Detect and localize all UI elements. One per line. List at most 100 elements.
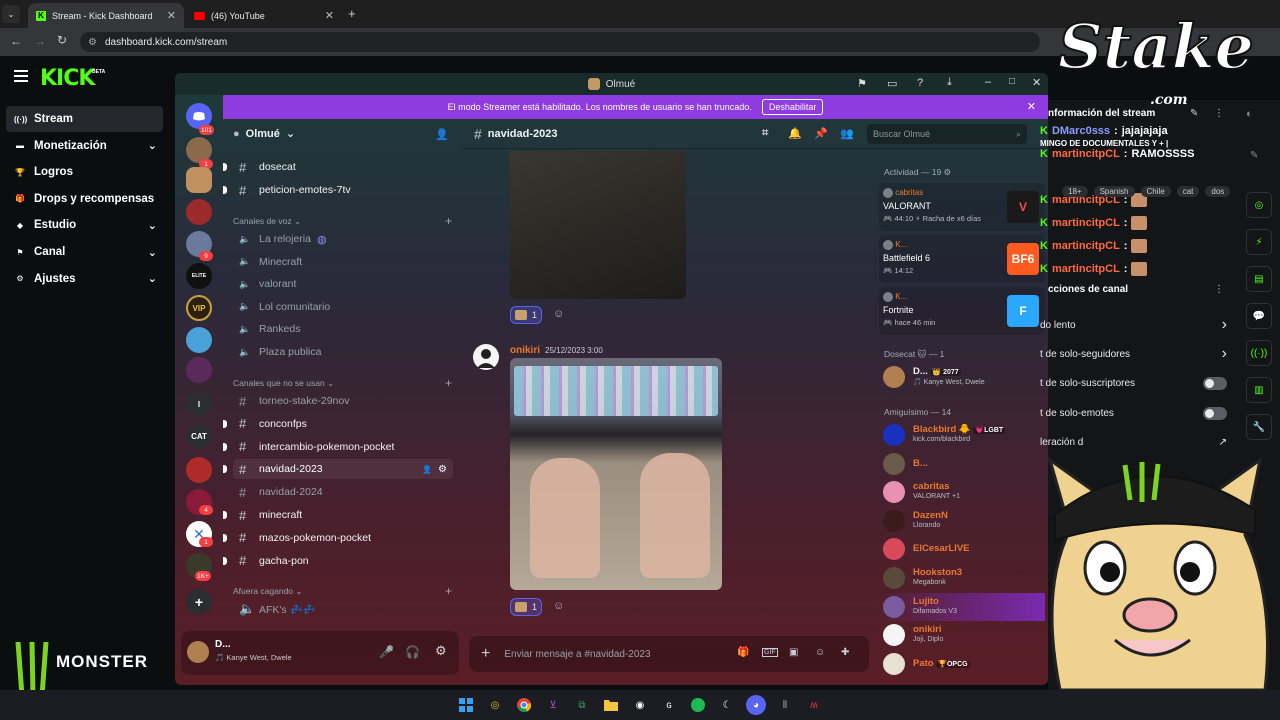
server-icon[interactable] bbox=[186, 199, 212, 225]
sticker-icon[interactable]: ▣ bbox=[789, 647, 798, 658]
chat-username[interactable]: martincitpCL bbox=[1052, 263, 1120, 275]
stream-tag[interactable]: dos bbox=[1205, 186, 1231, 197]
category-afuera[interactable]: Afuera cagando ⌄ + bbox=[233, 583, 458, 599]
app-icon[interactable]: ⦀ bbox=[775, 695, 795, 715]
app-icon[interactable]: ʍ bbox=[804, 695, 824, 715]
channel-setting-row[interactable]: t de solo-suscriptores bbox=[1040, 371, 1245, 397]
message-composer[interactable]: + Enviar mensaje a #navidad-2023 🎁 GIF ▣… bbox=[469, 636, 869, 672]
close-tab-icon[interactable]: ✕ bbox=[167, 9, 176, 22]
add-channel-icon[interactable]: + bbox=[445, 214, 452, 228]
forward-arrow-icon[interactable]: → bbox=[34, 34, 46, 48]
tab-list-button[interactable]: ⌄ bbox=[2, 5, 20, 23]
app-icon[interactable]: ⧉ bbox=[572, 695, 592, 715]
chat-bubble-icon[interactable]: 💬 bbox=[1246, 303, 1272, 329]
activity-card[interactable]: cabritas VALORANT 🎮 44:10 ⚡ Racha de x6 dí… bbox=[879, 183, 1045, 231]
member-row[interactable]: Hookston3 Megabonk bbox=[879, 564, 1045, 592]
add-reaction-icon[interactable]: ☺ bbox=[553, 600, 564, 612]
category-voice[interactable]: Canales de voz ⌄ + bbox=[233, 213, 458, 229]
activity-card[interactable]: K... Fortnite 🎮 hace 46 min F bbox=[879, 287, 1045, 335]
kick-nav-ajustes[interactable]: ⚙ Ajustes ⌄ bbox=[6, 266, 163, 292]
channel-minecraft[interactable]: # minecraft bbox=[233, 505, 453, 525]
tab-youtube[interactable]: (46) YouTube ✕ bbox=[186, 3, 342, 28]
site-info-icon[interactable]: ⚙ bbox=[88, 37, 97, 48]
more-options-icon[interactable]: ⋮ bbox=[1214, 284, 1224, 295]
channel-navidad-2023[interactable]: # navidad-2023 👤 ⚙ bbox=[233, 459, 453, 480]
toggle-switch[interactable] bbox=[1203, 406, 1227, 420]
close-icon[interactable]: ✕ bbox=[1032, 76, 1041, 89]
maximize-icon[interactable]: □ bbox=[1009, 76, 1015, 87]
user-settings-gear-icon[interactable]: ⚙ bbox=[435, 643, 447, 659]
threads-icon[interactable]: ⌗ bbox=[762, 127, 768, 140]
channel-settings-gear-icon[interactable]: ⚙ bbox=[438, 464, 447, 475]
wrench-icon[interactable]: 🔧 bbox=[1246, 414, 1272, 440]
edit-pencil-icon[interactable]: ✎ bbox=[1190, 108, 1198, 119]
channel-dosecat[interactable]: # dosecat bbox=[233, 157, 453, 177]
voice-channel-afk[interactable]: 🔈 AFK's 💤💤 bbox=[233, 599, 453, 619]
voice-channel[interactable]: 🔈 valorant bbox=[233, 274, 453, 294]
search-input[interactable]: Buscar Olmué ⌕ bbox=[867, 124, 1027, 144]
windows-start-icon[interactable] bbox=[456, 695, 476, 715]
kick-nav-canal[interactable]: ⚑ Canal ⌄ bbox=[6, 239, 163, 265]
message-image-keyboard[interactable] bbox=[510, 358, 722, 590]
attach-plus-icon[interactable]: + bbox=[481, 645, 490, 663]
channel-setting-row[interactable]: do lento › bbox=[1040, 312, 1245, 338]
back-arrow-icon[interactable]: ← bbox=[10, 34, 22, 48]
overwolf-icon[interactable]: ◎ bbox=[485, 695, 505, 715]
folder-icon[interactable] bbox=[601, 695, 621, 715]
chevron-right-icon[interactable]: › bbox=[1222, 316, 1227, 334]
chat-username[interactable]: DMarc0sss bbox=[1052, 125, 1110, 137]
app-icon[interactable]: ☾ bbox=[717, 695, 737, 715]
microphone-muted-icon[interactable]: 🎤 bbox=[379, 645, 394, 659]
kick-logo[interactable]: KICK bbox=[40, 66, 95, 91]
notification-bell-icon[interactable]: 🔔 bbox=[788, 127, 802, 140]
channel-gacha-pon[interactable]: # gacha-pon bbox=[233, 551, 453, 571]
kick-nav-drops-y-recompensas[interactable]: 🎁 Drops y recompensas bbox=[6, 186, 163, 212]
invite-icon[interactable]: 👤 bbox=[422, 465, 432, 474]
new-tab-icon[interactable]: + bbox=[348, 6, 356, 21]
lightning-icon[interactable]: ⚡ bbox=[1246, 229, 1272, 255]
hamburger-menu-icon[interactable] bbox=[14, 70, 28, 82]
chat-username[interactable]: martincitpCL bbox=[1052, 148, 1120, 160]
member-row[interactable]: ElCesarLIVE bbox=[879, 535, 1045, 563]
stream-tag[interactable]: 18+ bbox=[1062, 186, 1088, 197]
kick-nav-logros[interactable]: 🏆 Logros bbox=[6, 159, 163, 185]
chat-username[interactable]: martincitpCL bbox=[1052, 217, 1120, 229]
headphones-muted-icon[interactable]: 🎧 bbox=[405, 645, 420, 659]
channel-peticion-emotes[interactable]: # peticion-emotes-7tv bbox=[233, 180, 453, 200]
add-channel-icon[interactable]: + bbox=[445, 376, 452, 390]
kick-nav-estudio[interactable]: ◆ Estudio ⌄ bbox=[6, 212, 163, 238]
member-row[interactable]: Lujito Difamados V3 bbox=[879, 592, 1045, 621]
close-banner-icon[interactable]: ✕ bbox=[1027, 100, 1036, 113]
obs-icon[interactable]: ◉ bbox=[630, 695, 650, 715]
emoji-icon[interactable]: ☺ bbox=[815, 647, 825, 658]
help-icon[interactable]: ? bbox=[917, 77, 923, 89]
tab-kick-dashboard[interactable]: K Stream - Kick Dashboard ✕ bbox=[28, 3, 184, 28]
message-author[interactable]: onikiri bbox=[510, 345, 540, 356]
edit-icon[interactable]: ✎ bbox=[1250, 150, 1258, 161]
member-row[interactable]: Pato 🏆OPCG bbox=[879, 650, 1045, 678]
channel-conconfps[interactable]: # conconfps bbox=[233, 414, 453, 434]
download-icon[interactable]: ⤓ bbox=[947, 76, 952, 89]
chevron-right-icon[interactable]: › bbox=[1222, 345, 1227, 363]
stream-tag[interactable]: Chile bbox=[1140, 186, 1171, 197]
kick-nav-stream[interactable]: ((·)) Stream bbox=[6, 106, 163, 132]
discord-icon[interactable]: ◕ bbox=[746, 695, 766, 715]
gif-button[interactable]: GIF bbox=[762, 648, 778, 657]
screen-icon[interactable]: ▭ bbox=[887, 77, 897, 90]
document-icon[interactable]: ▤ bbox=[1246, 266, 1272, 292]
reaction-button[interactable]: 1 bbox=[510, 598, 543, 616]
add-channel-icon[interactable]: + bbox=[445, 584, 452, 598]
message-image[interactable] bbox=[510, 151, 686, 299]
server-icon[interactable] bbox=[186, 357, 212, 383]
flag-icon[interactable]: ⚑ bbox=[857, 77, 867, 90]
toggle-switch[interactable] bbox=[1203, 377, 1227, 391]
layout-icon[interactable]: ▥ bbox=[1246, 377, 1272, 403]
member-row[interactable]: B... bbox=[879, 450, 1045, 478]
voice-channel[interactable]: 🔈 Rankeds bbox=[233, 319, 453, 339]
apps-icon[interactable]: ✚ bbox=[841, 647, 849, 658]
chevron-down-icon[interactable]: ⌄ bbox=[148, 272, 157, 285]
avatar[interactable] bbox=[473, 344, 499, 370]
channel-torneo-stake-29nov[interactable]: # torneo-stake-29nov bbox=[233, 391, 453, 411]
add-server-icon[interactable]: + bbox=[186, 589, 212, 615]
voice-channel[interactable]: 🔈 La relojeria ◍ bbox=[233, 229, 453, 249]
